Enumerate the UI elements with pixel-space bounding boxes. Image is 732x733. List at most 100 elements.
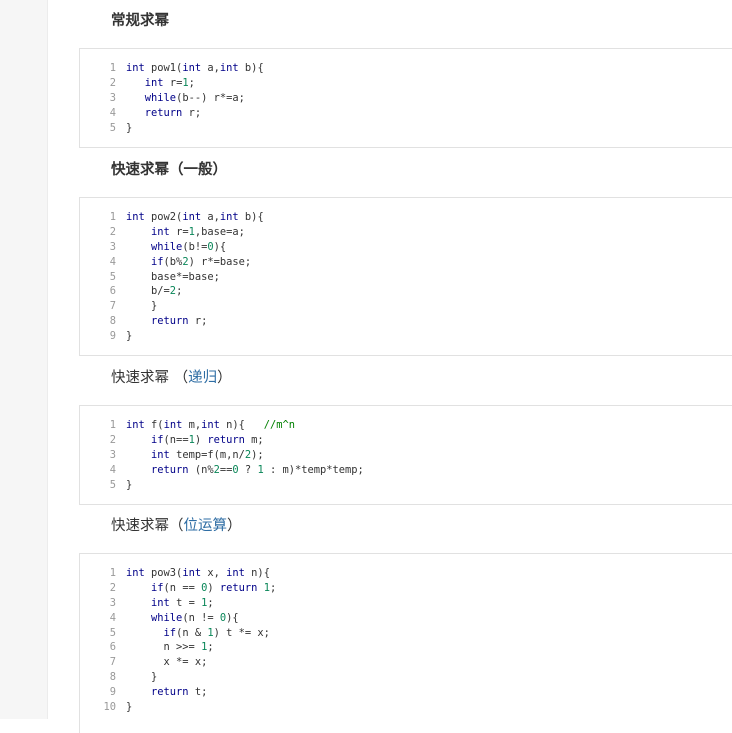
code-text: return r; bbox=[144, 106, 202, 119]
code-line: 2 int r=1; bbox=[80, 76, 195, 91]
code-text: if(b%2) r*=base; bbox=[151, 255, 252, 268]
code-line: 3 int temp=f(m,n/2); bbox=[80, 448, 264, 463]
code-line: 4 while(n != 0){ bbox=[80, 611, 239, 626]
line-number: 5 bbox=[109, 121, 116, 134]
code-line: 8 return r; bbox=[80, 314, 208, 329]
code-lines: 1 int pow1(int a,int b){2 int r=1; 3 while… bbox=[80, 61, 264, 136]
line-number: 4 bbox=[109, 255, 116, 268]
code-text: } bbox=[126, 330, 133, 343]
code-line: 7 } bbox=[80, 299, 158, 314]
code-block-pow2: 1 int pow2(int a,int b){ 2 int r=1,base=a;… bbox=[79, 197, 732, 356]
line-number: 2 bbox=[109, 581, 116, 594]
code-line: 2 if(n==1) return m; bbox=[80, 433, 264, 448]
line-number: 9 bbox=[109, 686, 116, 699]
code-line: 1 int pow1(int a,int b){ bbox=[80, 61, 264, 76]
code-line: 3 while(b!=0){ bbox=[80, 240, 226, 255]
code-text: while(b!=0){ bbox=[151, 240, 227, 253]
line-number: 7 bbox=[109, 656, 116, 669]
code-line: 3 int t = 1; bbox=[80, 596, 214, 611]
line-number: 1 bbox=[109, 419, 116, 431]
line-number: 3 bbox=[109, 448, 116, 461]
line-number: 5 bbox=[109, 270, 116, 283]
line-number: 4 bbox=[109, 106, 116, 119]
line-number: 3 bbox=[109, 596, 116, 609]
code-block-pow3: 1 int pow3(int x, int n){ 2 if(n == 0) ret… bbox=[79, 553, 732, 733]
code-line: 8 } bbox=[80, 670, 158, 685]
line-number: 1 bbox=[109, 62, 116, 74]
code-line: 7 x *= x; bbox=[80, 655, 208, 670]
code-text: } bbox=[126, 701, 133, 714]
code-line: 1 int f(int m,int n){ //m^n bbox=[80, 418, 295, 433]
heading-close-paren: ） bbox=[217, 370, 232, 386]
code-line: 2 if(n == 0) return 1; bbox=[80, 581, 276, 596]
code-line: 9} bbox=[80, 329, 133, 344]
heading-link-recursive[interactable]: 递归 bbox=[188, 370, 217, 386]
heading-regular-pow: 常规求幂 bbox=[111, 9, 169, 30]
code-text: int r=1; bbox=[144, 76, 195, 89]
line-number: 5 bbox=[109, 478, 116, 491]
code-line: 5} bbox=[80, 478, 133, 493]
heading-text: 快速求幂（ bbox=[111, 518, 184, 534]
code-text: x *= x; bbox=[126, 656, 208, 669]
left-sidebar-gutter bbox=[0, 0, 48, 719]
code-text: int temp=f(m,n/2); bbox=[151, 448, 264, 461]
code-text: return r; bbox=[151, 315, 208, 328]
code-line: 1 int pow3(int x, int n){ bbox=[80, 566, 270, 581]
line-number: 6 bbox=[109, 641, 116, 654]
heading-text: 常规求幂 bbox=[111, 13, 169, 29]
code-text: n >>= 1; bbox=[126, 641, 214, 654]
heading-link-bitwise[interactable]: 位运算 bbox=[184, 518, 228, 534]
line-number: 1 bbox=[109, 211, 116, 223]
code-line: 3 while(b--) r*=a; bbox=[80, 91, 245, 106]
line-number: 2 bbox=[109, 76, 116, 89]
line-number: 10 bbox=[103, 701, 116, 714]
line-number: 3 bbox=[109, 91, 116, 104]
line-number: 8 bbox=[109, 671, 116, 684]
code-line: 5 base*=base; bbox=[80, 270, 220, 285]
line-number: 7 bbox=[109, 300, 116, 313]
code-text: int f(int m,int n){ //m^n bbox=[126, 419, 295, 431]
code-text: base*=base; bbox=[126, 270, 220, 283]
code-text: int pow3(int x, int n){ bbox=[126, 567, 270, 579]
code-lines: 1 int pow2(int a,int b){ 2 int r=1,base=a;… bbox=[80, 210, 264, 344]
heading-text: 快速求幂 （ bbox=[111, 370, 189, 386]
heading-text: 快速求幂（一般） bbox=[111, 162, 227, 178]
line-number: 4 bbox=[109, 463, 116, 476]
code-text: if(n & 1) t *= x; bbox=[163, 626, 270, 639]
code-text: return t; bbox=[151, 686, 208, 699]
code-text: int t = 1; bbox=[151, 596, 214, 609]
code-text: } bbox=[126, 478, 133, 491]
code-block-f: 1 int f(int m,int n){ //m^n 2 if(n==1) ret… bbox=[79, 405, 732, 505]
line-number: 5 bbox=[109, 626, 116, 639]
code-line: 6 n >>= 1; bbox=[80, 640, 214, 655]
line-number: 1 bbox=[109, 567, 116, 579]
code-text: if(n==1) return m; bbox=[151, 433, 264, 446]
heading-fast-pow-bitwise: 快速求幂（位运算） bbox=[111, 514, 242, 535]
code-line: 10} bbox=[80, 700, 132, 715]
code-text: int pow1(int a,int b){ bbox=[126, 62, 264, 74]
code-text: return (n%2==0 ? 1 : m)*temp*temp; bbox=[151, 463, 364, 476]
code-line: 4 return r; bbox=[80, 106, 201, 121]
code-text: } bbox=[126, 121, 133, 134]
heading-close-paren: ） bbox=[227, 518, 242, 534]
code-line: 4 return (n%2==0 ? 1 : m)*temp*temp; bbox=[80, 463, 364, 478]
code-line: 5 if(n & 1) t *= x; bbox=[80, 626, 270, 641]
line-number: 9 bbox=[109, 330, 116, 343]
code-text: int r=1,base=a; bbox=[151, 225, 245, 238]
line-number: 4 bbox=[109, 611, 116, 624]
line-number: 2 bbox=[109, 433, 116, 446]
code-text: b/=2; bbox=[126, 285, 183, 298]
code-text: } bbox=[126, 300, 158, 313]
code-line: 4 if(b%2) r*=base; bbox=[80, 255, 251, 270]
code-line: 6 b/=2; bbox=[80, 284, 183, 299]
line-number: 2 bbox=[109, 225, 116, 238]
code-text: int pow2(int a,int b){ bbox=[126, 211, 264, 223]
code-text: while(n != 0){ bbox=[151, 611, 239, 624]
heading-fast-pow-general: 快速求幂（一般） bbox=[111, 158, 227, 179]
code-line: 5} bbox=[80, 121, 133, 136]
code-text: if(n == 0) return 1; bbox=[151, 581, 277, 594]
line-number: 8 bbox=[109, 315, 116, 328]
heading-fast-pow-recursive: 快速求幂 （递归） bbox=[111, 366, 232, 387]
code-block-pow1: 1 int pow1(int a,int b){2 int r=1; 3 while… bbox=[79, 48, 732, 148]
code-line: 9 return t; bbox=[80, 685, 208, 700]
